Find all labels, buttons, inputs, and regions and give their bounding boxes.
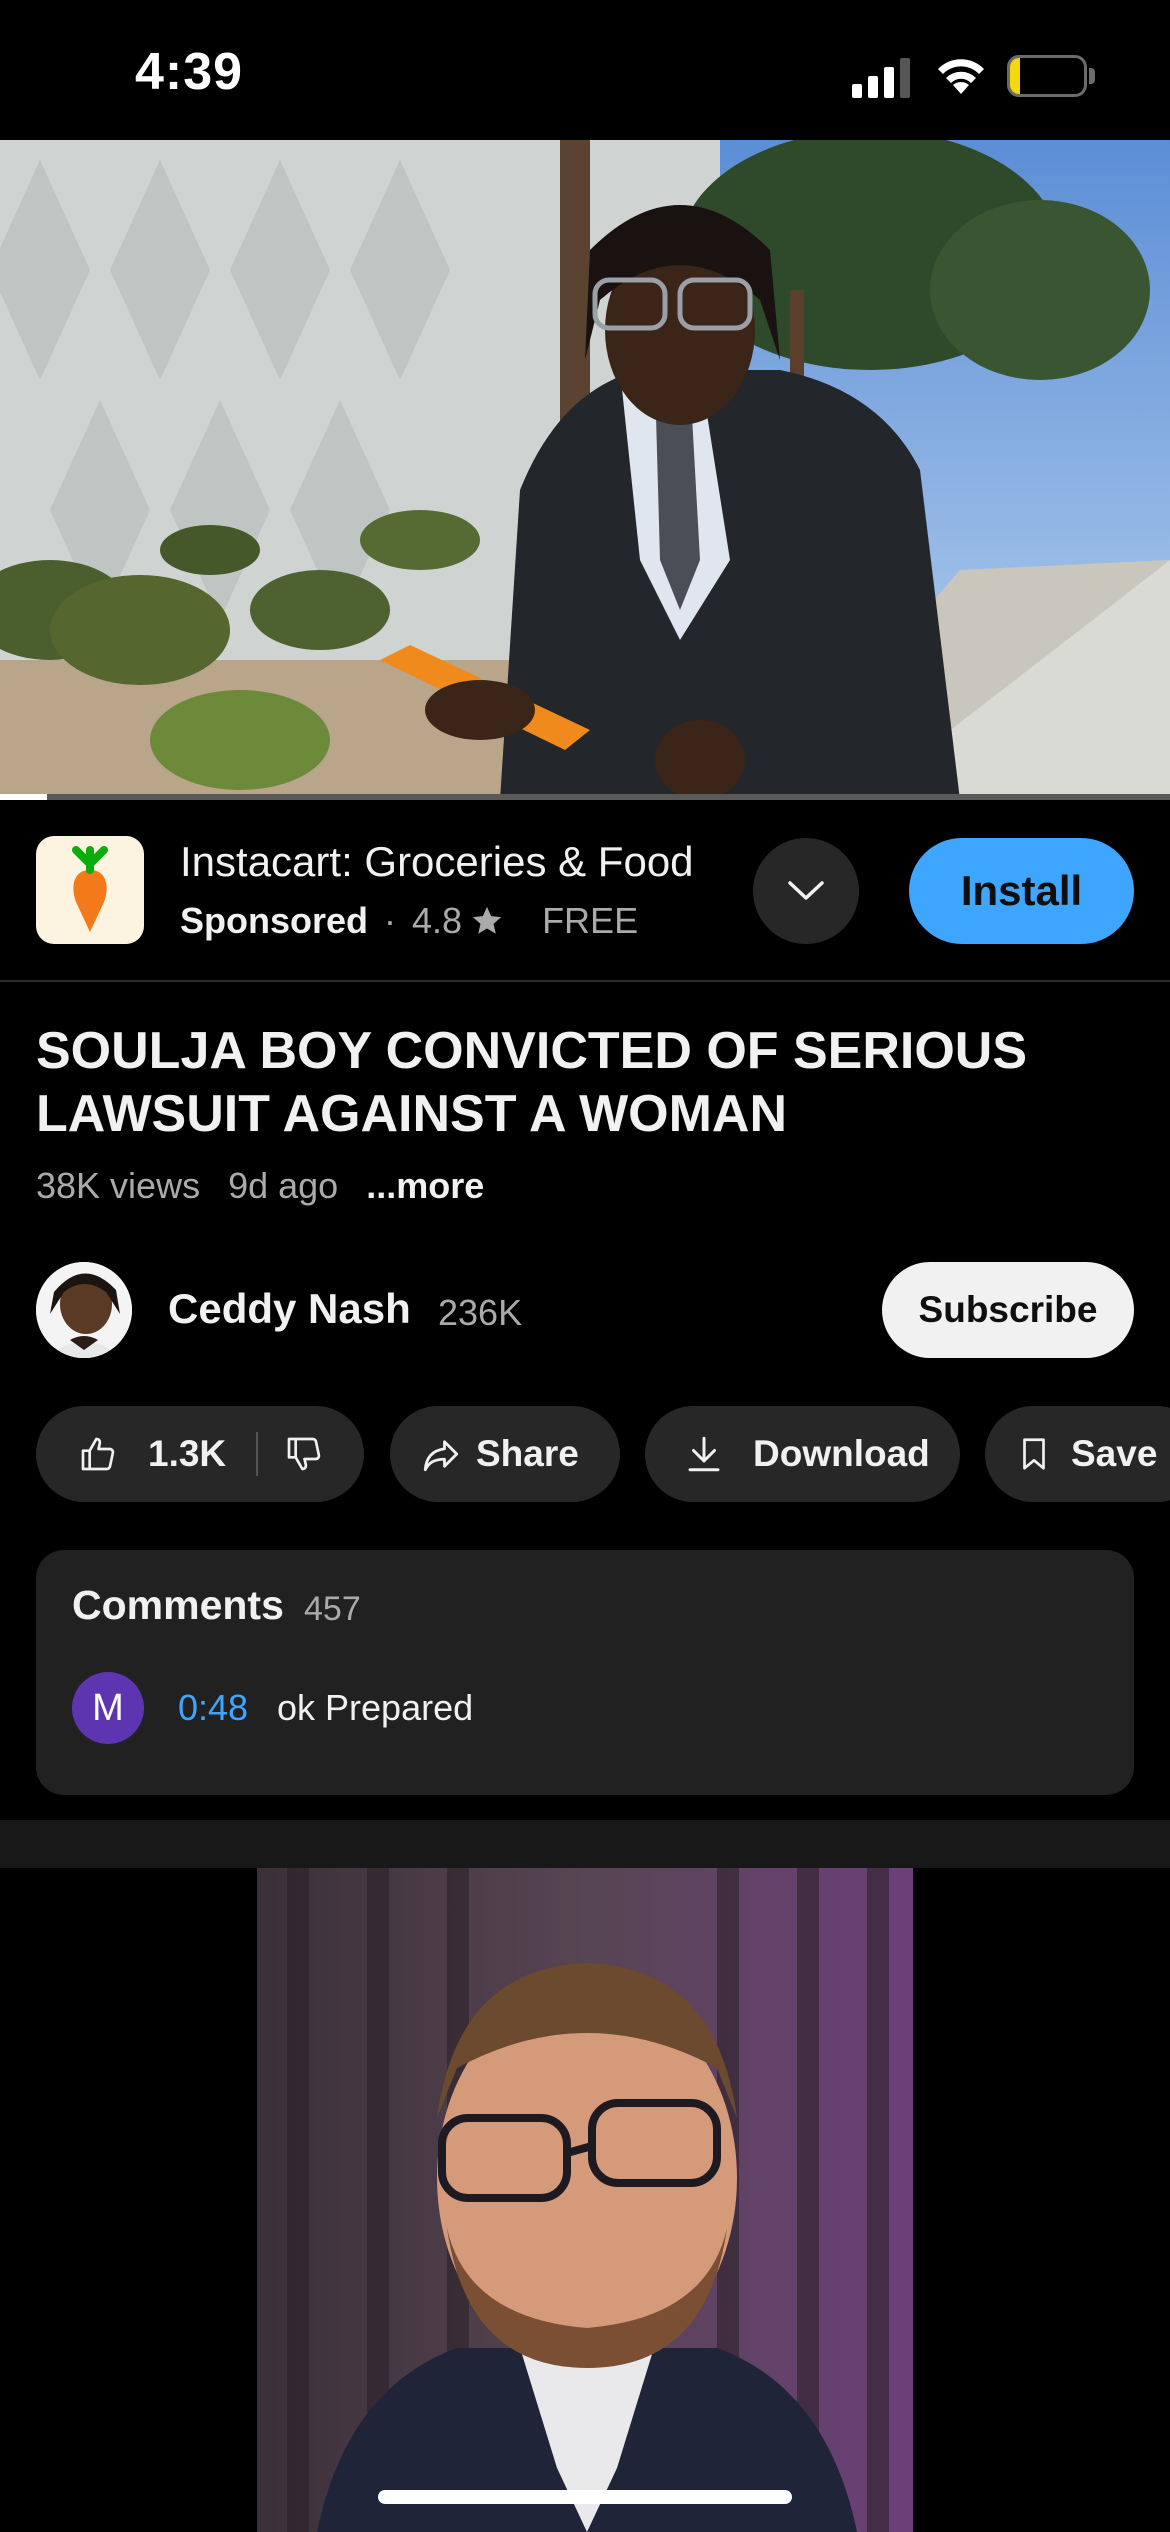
like-divider (256, 1432, 259, 1476)
subscriber-count: 236K (438, 1292, 523, 1333)
ad-title[interactable]: Instacart: Groceries & Food (180, 838, 694, 886)
chevron-down-icon (788, 881, 824, 900)
video-player[interactable] (0, 140, 1170, 800)
comment-timestamp-link[interactable]: 0:48 (178, 1687, 248, 1729)
more-link[interactable]: ...more (366, 1165, 484, 1206)
thumbs-up-icon[interactable] (78, 1434, 118, 1474)
ad-expand-button[interactable] (753, 838, 859, 944)
share-label: Share (476, 1433, 579, 1474)
status-time: 4:39 (135, 43, 244, 101)
like-dislike-group: 1.3K (36, 1406, 364, 1502)
subscribe-button[interactable]: Subscribe (882, 1262, 1134, 1358)
thumbs-down-icon[interactable] (284, 1434, 324, 1474)
channel-name[interactable]: Ceddy Nash (168, 1285, 411, 1333)
comment-text: ok Prepared (277, 1687, 474, 1728)
battery-icon: 13 (1007, 55, 1087, 97)
video-title[interactable]: SOULJA BOY CONVICTED OF SERIOUS LAWSUIT … (36, 1020, 1136, 1146)
ad-price: FREE (542, 900, 639, 941)
sponsored-ad[interactable]: Instacart: Groceries & Food Sponsored · … (0, 800, 1170, 982)
download-icon (688, 1436, 720, 1472)
battery-tip (1089, 68, 1095, 84)
like-count[interactable]: 1.3K (148, 1433, 226, 1475)
download-button[interactable]: Download (645, 1406, 960, 1502)
wifi-icon (938, 59, 984, 94)
install-button[interactable]: Install (909, 838, 1134, 944)
save-label: Save (1071, 1433, 1158, 1474)
home-indicator[interactable] (378, 2490, 792, 2504)
ad-meta: Sponsored · 4.8 FREE (180, 900, 638, 942)
bookmark-icon (1023, 1438, 1045, 1470)
share-icon (423, 1440, 459, 1472)
section-divider (0, 1820, 1170, 1868)
download-label: Download (753, 1433, 930, 1474)
comments-panel[interactable]: Comments 457 M 0:48 ok Prepared (36, 1550, 1134, 1795)
channel-avatar[interactable] (36, 1262, 132, 1358)
video-frame (0, 140, 1170, 800)
next-video-thumbnail[interactable] (257, 1868, 913, 2532)
meta-separator: · (384, 900, 397, 941)
commenter-avatar: M (72, 1672, 144, 1744)
star-icon (472, 906, 502, 934)
view-count: 38K views (36, 1165, 201, 1206)
comments-title: Comments (72, 1582, 284, 1628)
comments-count: 457 (304, 1590, 361, 1628)
battery-level: 13 (1028, 56, 1066, 95)
thumbnail-image (257, 1868, 913, 2532)
carrot-icon (36, 836, 144, 944)
save-button[interactable]: Save (985, 1406, 1170, 1502)
ad-rating: 4.8 (412, 900, 463, 941)
share-button[interactable]: Share (390, 1406, 620, 1502)
video-meta[interactable]: 38K views 9d ago ...more (36, 1165, 502, 1207)
cellular-signal-icon (852, 58, 910, 98)
status-bar: 4:39 13 (0, 0, 1170, 140)
upload-age: 9d ago (228, 1165, 339, 1206)
sponsored-label: Sponsored (180, 900, 369, 941)
